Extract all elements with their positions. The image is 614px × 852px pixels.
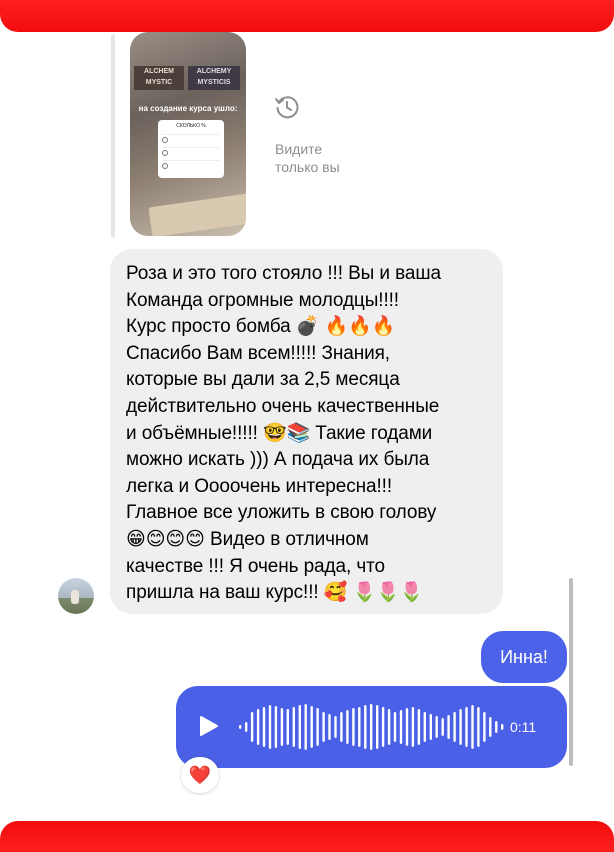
waveform-bar: [459, 709, 462, 745]
incoming-message-text: Роза и это того стояло !!! Вы и ваша Ком…: [126, 263, 441, 604]
waveform-bar: [328, 714, 331, 740]
heart-icon[interactable]: ❤️: [181, 757, 219, 793]
waveform-bar: [280, 708, 284, 746]
play-icon[interactable]: [196, 714, 220, 738]
waveform-bar: [393, 712, 397, 742]
waveform-bar: [429, 714, 432, 740]
waveform-bar: [334, 716, 337, 738]
story-poll-card: СКОЛЬКО %: [158, 120, 224, 178]
scrollbar[interactable]: [569, 578, 573, 766]
waveform-bar: [340, 712, 343, 742]
book-right-title: ALCHEMY MYSTICIS: [188, 66, 240, 90]
waveform-bar: [245, 722, 248, 732]
waveform-bar: [250, 712, 254, 742]
waveform-bar: [298, 705, 301, 749]
waveform-bar: [381, 707, 385, 747]
waveform-bar: [322, 712, 325, 742]
voice-message[interactable]: 0:11: [176, 686, 567, 768]
waveform-bar: [262, 707, 266, 747]
waveform-bar: [423, 712, 426, 742]
waveform-bar: [471, 705, 474, 749]
waveform-bar: [256, 709, 260, 745]
waveform-bar: [370, 704, 373, 750]
waveform-bar: [495, 721, 498, 733]
story-poll-option: [162, 160, 220, 170]
waveform-bar: [376, 705, 379, 749]
incoming-message-bubble[interactable]: Роза и это того стояло !!! Вы и ваша Ком…: [110, 249, 503, 614]
reply-indicator-bar: [111, 34, 115, 238]
top-red-frame: [0, 0, 614, 32]
waveform-bar: [286, 709, 289, 745]
waveform-bar: [501, 724, 504, 730]
waveform-bar: [465, 707, 468, 747]
waveform-bar: [411, 707, 415, 747]
outgoing-message-bubble[interactable]: Инна!: [481, 631, 567, 683]
waveform-bar: [405, 708, 409, 746]
waveform-bar: [239, 725, 242, 729]
book-left-title: ALCHEM MYSTIC: [134, 66, 184, 90]
waveform-bar: [274, 706, 278, 748]
waveform-bar: [364, 705, 367, 749]
waveform-bar: [292, 707, 295, 747]
waveform-bar: [352, 708, 355, 746]
waveform-bar: [399, 710, 403, 744]
waveform-bar: [435, 716, 438, 738]
waveform-bar: [453, 712, 456, 742]
waveform-bar: [387, 709, 391, 745]
waveform-bar: [346, 710, 349, 744]
waveform-bar: [316, 708, 319, 746]
history-icon: [275, 96, 299, 119]
story-overlay-text: на создание курса ушло:: [138, 104, 238, 113]
visible-only-to-you-label: Видите только вы: [275, 141, 340, 175]
story-poll-option: [162, 147, 220, 157]
story-preview-thumbnail[interactable]: ALCHEM MYSTIC ALCHEMY MYSTICIS на создан…: [130, 32, 246, 236]
book-bottom: [148, 192, 246, 236]
waveform-bar: [310, 706, 313, 748]
voice-duration: 0:11: [510, 719, 537, 735]
waveform-icon[interactable]: [238, 700, 506, 754]
avatar[interactable]: [58, 578, 94, 614]
waveform-bar: [447, 715, 450, 739]
waveform-bar: [441, 718, 444, 736]
waveform-bar: [477, 707, 480, 747]
waveform-bar: [417, 709, 421, 745]
story-poll-title: СКОЛЬКО %: [176, 123, 206, 129]
waveform-bar: [304, 704, 307, 750]
story-poll-option: [162, 134, 220, 144]
bottom-red-frame: [0, 821, 614, 852]
waveform-bar: [358, 707, 361, 747]
waveform-bar: [268, 705, 272, 749]
waveform-bar: [489, 717, 492, 737]
waveform-bar: [483, 712, 486, 742]
